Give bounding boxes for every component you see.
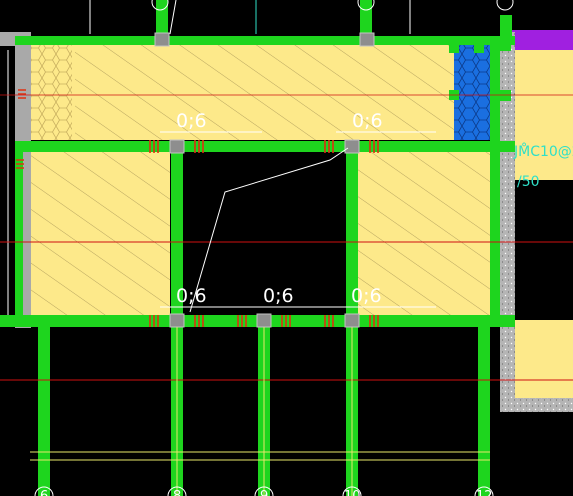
axis-number: 9 bbox=[260, 489, 268, 496]
beam-label[interactable]: 0;6 bbox=[351, 285, 382, 307]
grip-marker[interactable] bbox=[474, 43, 484, 53]
axis-number: 12 bbox=[476, 489, 493, 496]
wall-right[interactable] bbox=[500, 32, 515, 412]
axis-bubble bbox=[496, 0, 514, 11]
slab-panel-far-right-lower[interactable] bbox=[515, 320, 573, 400]
beam-right-vertical[interactable] bbox=[490, 45, 500, 325]
slab-panel-far-right[interactable] bbox=[515, 50, 573, 180]
rebar-annotation[interactable]: JM̊C10@2 bbox=[513, 143, 573, 160]
column[interactable] bbox=[344, 139, 360, 154]
beam-label[interactable]: 0;6 bbox=[352, 110, 383, 132]
column[interactable] bbox=[169, 313, 185, 328]
grip-marker[interactable] bbox=[474, 141, 484, 151]
rebar-annotation[interactable]: /50 bbox=[517, 174, 540, 190]
beam-label[interactable]: 0;6 bbox=[176, 110, 207, 132]
column[interactable] bbox=[256, 313, 272, 328]
column[interactable] bbox=[154, 32, 170, 47]
slab-hex-zone bbox=[30, 45, 72, 140]
axis-number: 6 bbox=[40, 489, 48, 496]
purple-strip bbox=[510, 30, 573, 50]
beam-lower-6[interactable] bbox=[38, 327, 50, 496]
guide-line-white bbox=[169, 0, 177, 35]
grip-marker[interactable] bbox=[500, 141, 511, 152]
grip-marker[interactable] bbox=[449, 43, 459, 53]
axis-number: 8 bbox=[173, 489, 181, 496]
column[interactable] bbox=[359, 32, 375, 47]
grip-marker[interactable] bbox=[500, 40, 511, 51]
cad-drawing-canvas[interactable]: 0;6 0;6 0;6 0;6 0;6 JM̊C10@2 /50 6 8 9 1… bbox=[0, 0, 573, 496]
wall-bottom-right[interactable] bbox=[500, 398, 573, 412]
beam-label[interactable]: 0;6 bbox=[263, 285, 294, 307]
slab-panel-top-hatch bbox=[75, 45, 454, 140]
column[interactable] bbox=[344, 313, 360, 328]
axis-number: 10 bbox=[344, 489, 361, 496]
beam-horizontal-middle[interactable] bbox=[15, 141, 515, 152]
beam-horizontal-top[interactable] bbox=[15, 36, 515, 45]
beam-label[interactable]: 0;6 bbox=[176, 285, 207, 307]
beam-vertical-top-12[interactable] bbox=[500, 15, 512, 40]
beam-lower-12[interactable] bbox=[478, 327, 490, 496]
grip-marker[interactable] bbox=[449, 141, 459, 151]
column[interactable] bbox=[169, 139, 185, 154]
slab-panel-left-hatch bbox=[30, 152, 170, 315]
grip-marker[interactable] bbox=[500, 90, 511, 101]
